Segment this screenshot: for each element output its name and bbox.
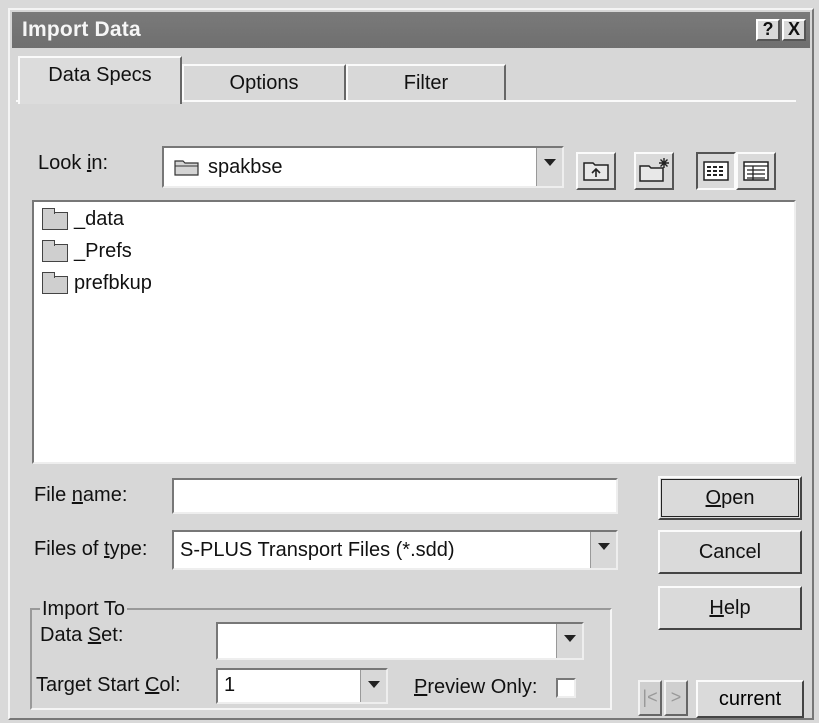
import-data-dialog: Import Data ? X Data Specs Options Filte… [8, 8, 814, 720]
target-start-col-dropdown-arrow[interactable] [360, 670, 386, 702]
import-to-group-label: Import To [40, 598, 127, 621]
first-record-button[interactable]: |< [638, 680, 662, 716]
files-of-type-label: Files of type: [34, 538, 148, 560]
folder-icon [42, 240, 68, 262]
close-title-button[interactable]: X [782, 19, 806, 41]
create-new-folder-icon [639, 158, 669, 182]
look-in-dropdown-arrow[interactable] [536, 148, 562, 186]
tab-data-specs[interactable]: Data Specs [18, 56, 182, 104]
data-set-combo[interactable] [216, 622, 584, 660]
details-view-icon [743, 161, 769, 181]
up-one-level-icon [583, 162, 609, 181]
cancel-button[interactable]: Cancel [658, 530, 802, 574]
file-list[interactable]: _data _Prefs prefbkup [32, 200, 796, 464]
tab-filter[interactable]: Filter [346, 64, 506, 102]
next-record-button[interactable]: > [664, 680, 688, 716]
tab-strip: Data Specs Options Filter [16, 54, 796, 104]
up-one-level-button[interactable] [576, 152, 616, 190]
dialog-title: Import Data [22, 18, 141, 41]
list-view-icon [703, 161, 729, 181]
folder-icon [42, 208, 68, 230]
files-of-type-value: S-PLUS Transport Files (*.sdd) [180, 539, 455, 561]
open-button[interactable]: Open [658, 476, 802, 520]
help-title-button[interactable]: ? [756, 19, 780, 41]
look-in-label: Look in: [38, 152, 109, 174]
file-name-input[interactable] [172, 478, 618, 514]
look-in-combo[interactable]: spakbse [162, 146, 564, 188]
folder-icon [174, 157, 200, 176]
title-bar: Import Data ? X [12, 12, 810, 48]
look-in-value: spakbse [208, 156, 283, 178]
folder-icon [42, 272, 68, 294]
list-view-button[interactable] [696, 152, 736, 190]
help-button[interactable]: Help [658, 586, 802, 630]
create-new-folder-button[interactable] [634, 152, 674, 190]
file-name-label: File name: [34, 484, 128, 506]
tab-options[interactable]: Options [182, 64, 346, 102]
preview-only-checkbox[interactable] [556, 678, 576, 698]
data-set-label: Data Set: [40, 624, 124, 646]
files-of-type-dropdown-arrow[interactable] [590, 532, 616, 568]
data-set-dropdown-arrow[interactable] [556, 624, 582, 658]
current-button[interactable]: current [696, 680, 804, 718]
target-start-col-label: Target Start Col: [36, 674, 181, 696]
files-of-type-combo[interactable]: S-PLUS Transport Files (*.sdd) [172, 530, 618, 570]
target-start-col-combo[interactable]: 1 [216, 668, 388, 704]
target-start-col-value: 1 [224, 674, 236, 696]
details-view-button[interactable] [736, 152, 776, 190]
preview-only-label: Preview Only: [414, 676, 538, 698]
